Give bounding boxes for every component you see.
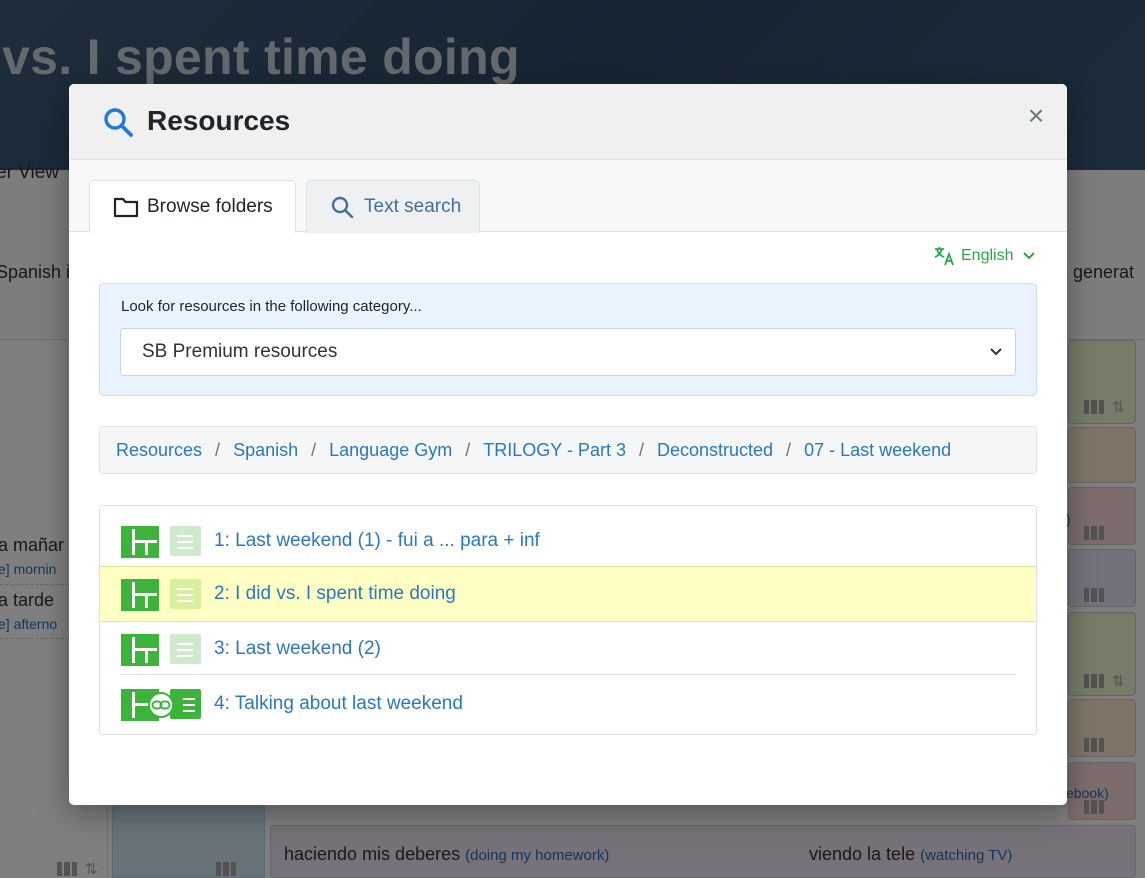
folder-icon [113,197,139,218]
link-icon [148,692,174,718]
breadcrumb-link[interactable]: Language Gym [329,440,452,461]
resources-modal: Resources × Browse folders Text search E… [69,84,1067,805]
breadcrumb-separator: / [786,439,792,460]
tab-bar: Browse folders Text search [69,160,1067,233]
document-icon [170,579,201,609]
breadcrumb: Resources / Spanish / Language Gym / TRI… [99,426,1037,474]
close-button[interactable]: × [1024,101,1048,131]
tab-label: Browse folders [147,196,273,217]
resource-item-label[interactable]: 2: I did vs. I spent time doing [214,583,456,605]
resource-item[interactable]: 3: Last weekend (2) [100,622,1036,677]
language-label: English [961,247,1014,264]
resource-item-label[interactable]: 4: Talking about last weekend [214,693,463,715]
list-divider [120,674,1016,675]
resource-item-label[interactable]: 3: Last weekend (2) [214,638,381,660]
language-selector[interactable]: English [934,246,1042,266]
category-prompt: Look for resources in the following cate… [121,298,422,315]
tab-label: Text search [364,196,462,217]
sentence-builder-icon [121,579,159,611]
search-icon [104,108,133,137]
resource-item-current[interactable]: 2: I did vs. I spent time doing [100,566,1036,622]
resource-item-label[interactable]: 1: Last weekend (1) - fui a ... para + i… [214,530,540,552]
breadcrumb-separator: / [311,439,317,460]
breadcrumb-separator: / [215,439,221,460]
category-select[interactable]: SB Premium resources [120,328,1016,376]
search-icon [331,196,354,218]
sentence-builder-icon [121,526,159,558]
tab-browse-folders[interactable]: Browse folders [89,180,296,233]
category-panel: Look for resources in the following cate… [99,283,1037,396]
translate-icon [934,247,954,266]
breadcrumb-separator: / [638,439,644,460]
breadcrumb-link[interactable]: Deconstructed [657,440,773,461]
category-selected-value: SB Premium resources [142,341,338,362]
breadcrumb-link[interactable]: Spanish [233,440,298,461]
sentence-builder-icon [121,634,159,666]
modal-header: Resources × [69,84,1067,160]
breadcrumb-separator: / [465,439,471,460]
breadcrumb-link[interactable]: TRILOGY - Part 3 [483,440,626,461]
chevron-down-icon [1023,252,1036,260]
document-icon [170,634,201,664]
resource-list: 1: Last weekend (1) - fui a ... para + i… [99,505,1037,735]
breadcrumb-link[interactable]: 07 - Last weekend [804,440,951,461]
resource-item[interactable]: 4: Talking about last weekend [100,677,1036,732]
chevron-down-icon [990,348,1002,356]
document-icon [170,689,201,719]
resource-item[interactable]: 1: Last weekend (1) - fui a ... para + i… [100,514,1036,569]
breadcrumb-link[interactable]: Resources [116,440,202,461]
document-icon [170,526,201,556]
modal-title: Resources [147,105,291,136]
tab-text-search[interactable]: Text search [306,180,480,233]
